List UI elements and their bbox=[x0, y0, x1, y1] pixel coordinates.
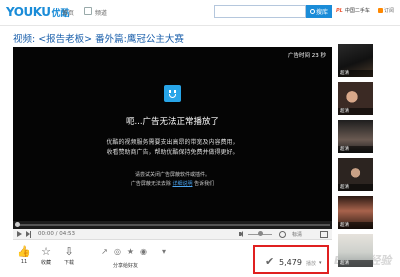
volume-icon[interactable] bbox=[239, 231, 245, 237]
settings-icon[interactable] bbox=[279, 231, 286, 238]
subscribe-link[interactable]: 订阅 bbox=[378, 7, 394, 14]
progress-handle[interactable] bbox=[15, 222, 20, 227]
player-controls: 00:00 / 04:53 标清 bbox=[13, 229, 332, 240]
download-button[interactable]: ⇩ 下载 bbox=[58, 245, 80, 266]
tips-text-a: 广告屏蔽无法去除 bbox=[130, 181, 171, 187]
rss-icon bbox=[378, 8, 383, 13]
related-video-thumb[interactable]: 超清 bbox=[338, 234, 373, 267]
weibo-icon[interactable]: ◎ bbox=[112, 246, 123, 257]
promo-link[interactable]: PL 中国二手车 bbox=[336, 7, 370, 15]
related-videos: 超清 超清 超清 超清 超清 超清 bbox=[338, 44, 400, 272]
hd-badge: 超清 bbox=[338, 184, 373, 191]
favorite-icon: ☆ bbox=[41, 245, 51, 258]
share-icons: ↗ ◎ ★ ◉ bbox=[99, 246, 149, 257]
hd-badge: 超清 bbox=[338, 222, 373, 229]
checkmark-icon: ✔ bbox=[265, 255, 275, 268]
logo-text: YOUKU bbox=[6, 5, 51, 19]
volume-handle[interactable] bbox=[258, 231, 263, 236]
video-title: 视频: <报告老板> 番外篇:鹰冠公主大赛 bbox=[13, 34, 184, 45]
search-button-label: 搜库 bbox=[315, 10, 328, 16]
video-player[interactable]: 广告时间 23 秒 呃...广告无法正常播放了 优酷的视频服务需要支出高昂的带宽… bbox=[13, 47, 332, 221]
play-count-box: ✔ 5,479 播放 ▾ bbox=[253, 245, 329, 274]
smiley-icon bbox=[164, 85, 181, 102]
related-video-thumb[interactable]: 超清 bbox=[338, 44, 373, 77]
notice-line-2: 收看赞助商广告，帮助优酷保持免费并做得更好。 bbox=[106, 149, 239, 156]
tips-line-2: 广告屏蔽无法去除 详细说明 告诉我们 bbox=[13, 180, 332, 189]
channel-icon[interactable] bbox=[84, 7, 92, 15]
progress-bar[interactable] bbox=[13, 221, 332, 229]
hd-badge: 超清 bbox=[338, 108, 373, 115]
play-icon[interactable] bbox=[17, 231, 22, 237]
youku-logo[interactable]: YOUKU 优酷 bbox=[6, 5, 70, 19]
related-video-thumb[interactable]: 超清 bbox=[338, 158, 373, 191]
ad-blocked-heading: 呃...广告无法正常播放了 bbox=[125, 117, 220, 127]
next-icon[interactable] bbox=[26, 231, 32, 238]
nav-channel-link[interactable]: 频道 bbox=[95, 8, 107, 17]
nav-home-link[interactable]: 首页 bbox=[62, 8, 74, 17]
details-link[interactable]: 详细说明 bbox=[172, 181, 192, 187]
search-input[interactable] bbox=[214, 5, 306, 18]
hd-badge: 超清 bbox=[338, 260, 373, 267]
search-button[interactable]: 搜库 bbox=[306, 5, 332, 18]
up-count: 11 bbox=[20, 259, 28, 265]
hd-badge: 超清 bbox=[338, 70, 373, 77]
favorite-label: 收藏 bbox=[40, 260, 51, 266]
top-header: YOUKU 优酷 首页 频道 搜库 PL 中国二手车 订阅 bbox=[0, 0, 400, 26]
notice-line-1: 优酷的视频服务需要支出高昂的带宽及内容费用， bbox=[106, 139, 239, 146]
progress-track[interactable] bbox=[15, 224, 330, 226]
related-video-thumb[interactable]: 超清 bbox=[338, 196, 373, 229]
more-button[interactable]: ▾ bbox=[153, 245, 175, 258]
thumbs-up-icon: 👍 bbox=[17, 245, 31, 258]
quality-button[interactable]: 标清 bbox=[292, 231, 302, 238]
ad-blocked-tips: 请尝试关闭广告屏蔽软件或插件。 广告屏蔽无法去除 详细说明 告诉我们 bbox=[13, 171, 332, 189]
ad-blocked-message: 优酷的视频服务需要支出高昂的带宽及内容费用， 收看赞助商广告，帮助优酷保持免费并… bbox=[13, 138, 332, 158]
favorite-button[interactable]: ☆ 收藏 bbox=[35, 245, 57, 266]
play-count-unit: 播放 bbox=[306, 261, 317, 267]
ad-countdown: 广告时间 23 秒 bbox=[288, 53, 326, 59]
tips-text-b[interactable]: 告诉我们 bbox=[194, 181, 214, 187]
tips-line-1: 请尝试关闭广告屏蔽软件或插件。 bbox=[134, 172, 210, 178]
related-video-thumb[interactable]: 超清 bbox=[338, 82, 373, 115]
play-count-number: 5,479 bbox=[279, 258, 302, 267]
search-icon bbox=[309, 9, 315, 14]
qzone-icon[interactable]: ★ bbox=[125, 246, 136, 257]
time-display: 00:00 / 04:53 bbox=[38, 231, 76, 237]
thumbs-up-button[interactable]: 👍 11 bbox=[13, 245, 35, 265]
download-label: 下载 bbox=[63, 260, 74, 266]
fullscreen-icon[interactable] bbox=[320, 231, 328, 238]
download-icon: ⇩ bbox=[64, 245, 74, 258]
hd-badge: 超清 bbox=[338, 146, 373, 153]
more-icon: ▾ bbox=[161, 247, 166, 256]
promo-brand: PL bbox=[336, 7, 343, 14]
chevron-down-icon[interactable]: ▾ bbox=[319, 260, 322, 266]
subscribe-label: 订阅 bbox=[384, 8, 395, 14]
share-label: 分享给好友 bbox=[113, 263, 139, 269]
share-icon[interactable]: ↗ bbox=[99, 246, 110, 257]
wechat-icon[interactable]: ◉ bbox=[138, 246, 149, 257]
related-video-thumb[interactable]: 超清 bbox=[338, 120, 373, 153]
promo-text: 中国二手车 bbox=[344, 8, 370, 14]
